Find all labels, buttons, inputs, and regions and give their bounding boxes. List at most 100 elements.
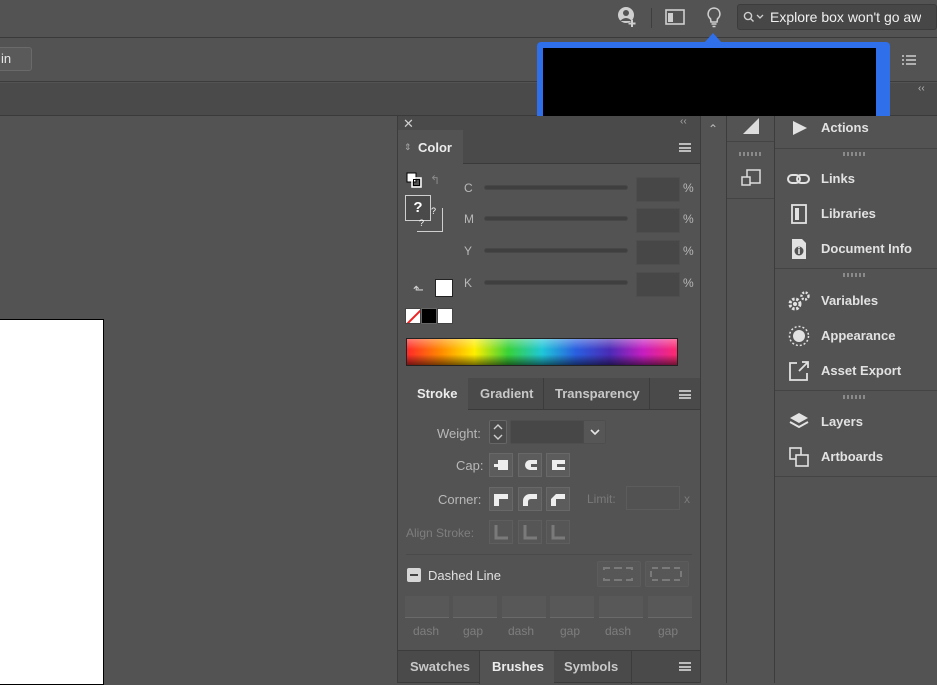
user-plus-icon[interactable]	[614, 5, 640, 29]
transform-panel-icon[interactable]	[739, 166, 763, 190]
dash-field-2[interactable]	[502, 596, 546, 618]
percent-unit: %	[683, 244, 694, 258]
panel-item-label: Libraries	[821, 206, 876, 221]
limit-label: Limit:	[587, 492, 616, 506]
dash-field-3[interactable]	[599, 596, 643, 618]
panel-item-label: Document Info	[821, 241, 912, 256]
channel-y-input[interactable]	[636, 240, 680, 265]
panel-item-artboards[interactable]: Artboards	[785, 439, 937, 474]
tab-gradient[interactable]: Gradient	[468, 378, 544, 410]
list-menu-icon[interactable]	[900, 53, 918, 67]
tab-stroke[interactable]: Stroke	[398, 378, 468, 410]
gears-icon	[785, 290, 813, 312]
swatches-panel-tabs: Swatches Brushes Symbols	[397, 650, 700, 684]
weight-stepper[interactable]	[489, 420, 507, 444]
last-color-swatch[interactable]	[435, 279, 453, 297]
panel-item-links[interactable]: Links	[785, 161, 937, 196]
limit-field[interactable]	[626, 486, 680, 510]
search-box[interactable]: Explore box won't go aw	[737, 4, 937, 30]
round-join-button[interactable]	[518, 487, 542, 511]
application-bar: Explore box won't go aw	[0, 0, 937, 38]
channel-m-row: M %	[464, 208, 694, 237]
tab-brushes[interactable]: Brushes	[480, 651, 554, 684]
round-cap-button[interactable]	[518, 453, 542, 477]
panel-item-layers[interactable]: Layers	[785, 404, 937, 439]
butt-cap-button[interactable]	[489, 453, 513, 477]
panel-grip[interactable]	[843, 152, 865, 156]
channel-k-input[interactable]	[636, 272, 680, 297]
tab-symbols[interactable]: Symbols	[554, 651, 632, 684]
default-fill-stroke-icon[interactable]	[406, 172, 422, 188]
chevron-down-icon[interactable]	[583, 421, 605, 443]
miter-join-button[interactable]	[489, 487, 513, 511]
panel-menu-icon[interactable]	[679, 390, 691, 399]
color-panel: ✕ ‹‹ Color ⇕ ↰ ? ? ? C % M % Y % K % ⬑	[397, 116, 700, 378]
artboard[interactable]	[0, 319, 104, 685]
stroke-swatch[interactable]: ? ?	[417, 206, 443, 232]
panel-grip[interactable]	[739, 152, 761, 156]
gap-field-1[interactable]	[453, 596, 497, 618]
panel-grip[interactable]	[843, 273, 865, 277]
percent-unit: %	[683, 276, 694, 290]
color-spectrum[interactable]	[406, 338, 678, 366]
align-inside-button[interactable]	[518, 520, 542, 544]
swap-icon[interactable]: ↰	[430, 173, 440, 187]
black-swatch[interactable]	[421, 308, 437, 324]
align-dash-button[interactable]	[645, 561, 689, 587]
tab-transparency[interactable]: Transparency	[544, 378, 650, 410]
channel-y-slider[interactable]	[484, 248, 628, 253]
dashed-line-checkbox[interactable]	[407, 568, 421, 582]
align-outside-button[interactable]	[546, 520, 570, 544]
tab-symbols-label: Symbols	[564, 659, 619, 674]
panel-item-label: Links	[821, 171, 855, 186]
gap-field-2[interactable]	[550, 596, 594, 618]
projecting-cap-button[interactable]	[546, 453, 570, 477]
tab-swatches[interactable]: Swatches	[398, 651, 480, 684]
panel-item-actions[interactable]: Actions	[785, 110, 937, 145]
channel-c-slider[interactable]	[484, 185, 628, 190]
channel-m-slider[interactable]	[484, 216, 628, 221]
appearance-icon	[785, 325, 813, 347]
window-layout-icon[interactable]	[663, 7, 687, 27]
white-swatch[interactable]	[437, 308, 453, 324]
panel-item-variables[interactable]: Variables	[785, 283, 937, 318]
play-icon	[785, 120, 813, 136]
collapse-icon[interactable]: ‹‹	[680, 116, 687, 127]
channel-m-input[interactable]	[636, 208, 680, 233]
panel-menu-icon[interactable]	[679, 143, 691, 152]
panel-item-label: Layers	[821, 414, 863, 429]
dash-field-1[interactable]	[405, 596, 449, 618]
reorder-icon: ⇕	[404, 142, 412, 152]
gradient-panel-icon[interactable]	[739, 116, 763, 136]
none-swatch[interactable]	[405, 308, 421, 324]
tab-color-label: Color	[418, 140, 452, 155]
panel-item-libraries[interactable]: Libraries	[785, 196, 937, 231]
search-input[interactable]: Explore box won't go aw	[770, 9, 921, 25]
layers-icon	[785, 411, 813, 433]
channel-k-row: K %	[464, 272, 694, 301]
panel-menu-icon[interactable]	[679, 662, 691, 671]
panel-item-appearance[interactable]: Appearance	[785, 318, 937, 353]
panel-item-document-info[interactable]: Document Info	[785, 231, 937, 266]
percent-unit: %	[683, 212, 694, 226]
link-icon	[785, 172, 813, 186]
collapse-panels-icon[interactable]: ‹‹	[918, 83, 932, 95]
panel-grip[interactable]	[843, 395, 865, 399]
align-center-button[interactable]	[489, 520, 513, 544]
scroll-up-icon[interactable]: ⌃	[708, 122, 718, 136]
preserve-dash-button[interactable]	[597, 561, 641, 587]
channel-k-slider[interactable]	[484, 280, 628, 285]
tab-brushes-label: Brushes	[492, 659, 545, 674]
panel-item-asset-export[interactable]: Asset Export	[785, 353, 937, 388]
gap-field-3[interactable]	[648, 596, 692, 618]
lightbulb-icon[interactable]	[703, 5, 725, 29]
bevel-join-button[interactable]	[546, 487, 570, 511]
channel-c-input[interactable]	[636, 177, 680, 202]
channel-label: M	[464, 212, 474, 226]
control-button[interactable]: in	[0, 47, 32, 71]
out-of-gamut-icon[interactable]: ⬑	[413, 282, 424, 298]
channel-label: Y	[464, 244, 473, 258]
weight-field[interactable]	[510, 420, 606, 444]
weight-label: Weight:	[437, 426, 481, 441]
tab-swatches-label: Swatches	[410, 659, 470, 674]
